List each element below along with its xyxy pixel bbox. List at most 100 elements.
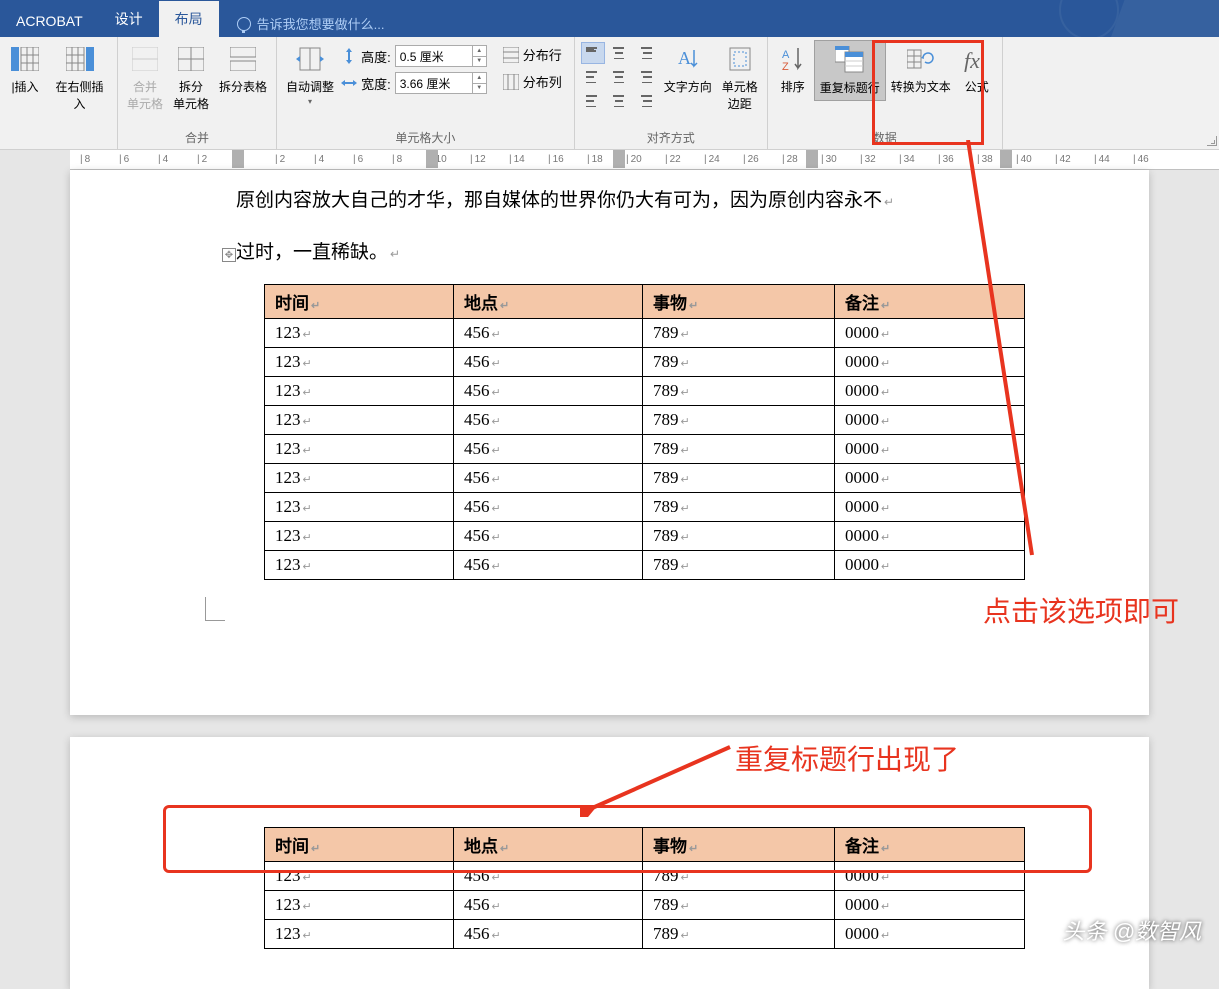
align-bot-left[interactable] bbox=[581, 90, 605, 112]
table-row[interactable]: 1234567890000 bbox=[265, 434, 1025, 463]
tell-me-search[interactable]: 告诉我您想要做什么... bbox=[229, 10, 393, 37]
table-cell[interactable]: 123 bbox=[265, 434, 454, 463]
table-cell[interactable]: 456 bbox=[454, 891, 643, 920]
table-cell[interactable]: 0000 bbox=[835, 550, 1025, 579]
autofit-button[interactable]: 自动调整 ▾ bbox=[281, 40, 339, 110]
header-note[interactable]: 备注 bbox=[835, 828, 1025, 862]
merge-cells-button[interactable]: 合并 单元格 bbox=[122, 40, 168, 116]
table-cell[interactable]: 123 bbox=[265, 376, 454, 405]
table-cell[interactable]: 0000 bbox=[835, 318, 1025, 347]
table-cell[interactable]: 123 bbox=[265, 891, 454, 920]
header-thing[interactable]: 事物 bbox=[643, 828, 835, 862]
table-anchor-icon[interactable]: ✥ bbox=[222, 248, 236, 262]
table-cell[interactable]: 789 bbox=[643, 891, 835, 920]
tab-layout[interactable]: 布局 bbox=[159, 1, 219, 37]
header-note[interactable]: 备注 bbox=[835, 284, 1025, 318]
table-cell[interactable]: 456 bbox=[454, 376, 643, 405]
sort-button[interactable]: AZ 排序 bbox=[772, 40, 814, 99]
header-time[interactable]: 时间 bbox=[265, 828, 454, 862]
table-row[interactable]: 1234567890000 bbox=[265, 550, 1025, 579]
table-row[interactable]: 1234567890000 bbox=[265, 318, 1025, 347]
table-cell[interactable]: 789 bbox=[643, 434, 835, 463]
insert-right-button[interactable]: 在右侧插入 bbox=[46, 40, 113, 116]
data-table-2[interactable]: 时间 地点 事物 备注 1234567890000123456789000012… bbox=[264, 827, 1025, 949]
height-spinner[interactable]: ▲▼ bbox=[473, 45, 487, 67]
table-cell[interactable]: 123 bbox=[265, 318, 454, 347]
table-cell[interactable]: 789 bbox=[643, 318, 835, 347]
table-header-row[interactable]: 时间 地点 事物 备注 bbox=[265, 828, 1025, 862]
ruler-column-marker[interactable] bbox=[613, 150, 625, 168]
convert-to-text-button[interactable]: 转换为文本 bbox=[886, 40, 956, 99]
table-row[interactable]: 1234567890000 bbox=[265, 920, 1025, 949]
table-cell[interactable]: 456 bbox=[454, 434, 643, 463]
table-cell[interactable]: 0000 bbox=[835, 891, 1025, 920]
table-row[interactable]: 1234567890000 bbox=[265, 347, 1025, 376]
table-cell[interactable]: 123 bbox=[265, 862, 454, 891]
table-cell[interactable]: 123 bbox=[265, 405, 454, 434]
width-spinner[interactable]: ▲▼ bbox=[473, 72, 487, 94]
cellsize-group-launcher[interactable] bbox=[1207, 136, 1217, 146]
table-cell[interactable]: 0000 bbox=[835, 920, 1025, 949]
data-table-1[interactable]: 时间 地点 事物 备注 1234567890000123456789000012… bbox=[264, 284, 1025, 580]
table-cell[interactable]: 0000 bbox=[835, 463, 1025, 492]
split-table-button[interactable]: 拆分表格 bbox=[214, 40, 272, 99]
ruler-column-marker[interactable] bbox=[806, 150, 818, 168]
table-cell[interactable]: 456 bbox=[454, 492, 643, 521]
table-row[interactable]: 1234567890000 bbox=[265, 521, 1025, 550]
table-cell[interactable]: 123 bbox=[265, 521, 454, 550]
cell-margins-button[interactable]: 单元格 边距 bbox=[717, 40, 763, 116]
table-cell[interactable]: 789 bbox=[643, 405, 835, 434]
table-cell[interactable]: 456 bbox=[454, 347, 643, 376]
header-place[interactable]: 地点 bbox=[454, 284, 643, 318]
align-mid-right[interactable] bbox=[633, 66, 657, 88]
table-cell[interactable]: 456 bbox=[454, 521, 643, 550]
table-cell[interactable]: 456 bbox=[454, 318, 643, 347]
align-top-right[interactable] bbox=[633, 42, 657, 64]
table-cell[interactable]: 0000 bbox=[835, 492, 1025, 521]
header-place[interactable]: 地点 bbox=[454, 828, 643, 862]
horizontal-ruler[interactable]: 8642246810121416182022242628303234363840… bbox=[70, 150, 1219, 170]
text-direction-button[interactable]: A 文字方向 bbox=[659, 40, 717, 99]
table-cell[interactable]: 789 bbox=[643, 862, 835, 891]
align-mid-left[interactable] bbox=[581, 66, 605, 88]
table-row[interactable]: 1234567890000 bbox=[265, 405, 1025, 434]
table-cell[interactable]: 456 bbox=[454, 405, 643, 434]
table-cell[interactable]: 789 bbox=[643, 492, 835, 521]
align-top-left[interactable] bbox=[581, 42, 605, 64]
width-input[interactable] bbox=[395, 72, 473, 94]
header-thing[interactable]: 事物 bbox=[643, 284, 835, 318]
table-cell[interactable]: 456 bbox=[454, 550, 643, 579]
table-cell[interactable]: 0000 bbox=[835, 405, 1025, 434]
table-cell[interactable]: 123 bbox=[265, 463, 454, 492]
table-row[interactable]: 1234567890000 bbox=[265, 376, 1025, 405]
table-row[interactable]: 1234567890000 bbox=[265, 463, 1025, 492]
table-cell[interactable]: 456 bbox=[454, 862, 643, 891]
table-cell[interactable]: 123 bbox=[265, 492, 454, 521]
table-cell[interactable]: 789 bbox=[643, 376, 835, 405]
tab-acrobat[interactable]: ACROBAT bbox=[0, 5, 99, 37]
height-input[interactable] bbox=[395, 45, 473, 67]
align-bot-right[interactable] bbox=[633, 90, 657, 112]
insert-left-button[interactable]: |插入 bbox=[4, 40, 46, 99]
table-cell[interactable]: 789 bbox=[643, 463, 835, 492]
table-cell[interactable]: 0000 bbox=[835, 434, 1025, 463]
table-cell[interactable]: 789 bbox=[643, 521, 835, 550]
table-cell[interactable]: 123 bbox=[265, 920, 454, 949]
split-cells-button[interactable]: 拆分 单元格 bbox=[168, 40, 214, 116]
tab-design[interactable]: 设计 bbox=[99, 1, 159, 37]
ruler-column-marker[interactable] bbox=[1000, 150, 1012, 168]
table-cell[interactable]: 789 bbox=[643, 550, 835, 579]
table-cell[interactable]: 0000 bbox=[835, 376, 1025, 405]
align-mid-center[interactable] bbox=[607, 66, 631, 88]
ruler-column-marker[interactable] bbox=[426, 150, 438, 168]
table-cell[interactable]: 0000 bbox=[835, 347, 1025, 376]
formula-button[interactable]: fx 公式 bbox=[956, 40, 998, 99]
align-bot-center[interactable] bbox=[607, 90, 631, 112]
table-cell[interactable]: 456 bbox=[454, 463, 643, 492]
table-header-row[interactable]: 时间 地点 事物 备注 bbox=[265, 284, 1025, 318]
table-cell[interactable]: 789 bbox=[643, 920, 835, 949]
table-cell[interactable]: 123 bbox=[265, 347, 454, 376]
table-cell[interactable]: 123 bbox=[265, 550, 454, 579]
table-cell[interactable]: 456 bbox=[454, 920, 643, 949]
distribute-rows-button[interactable]: 分布行 bbox=[497, 42, 568, 67]
